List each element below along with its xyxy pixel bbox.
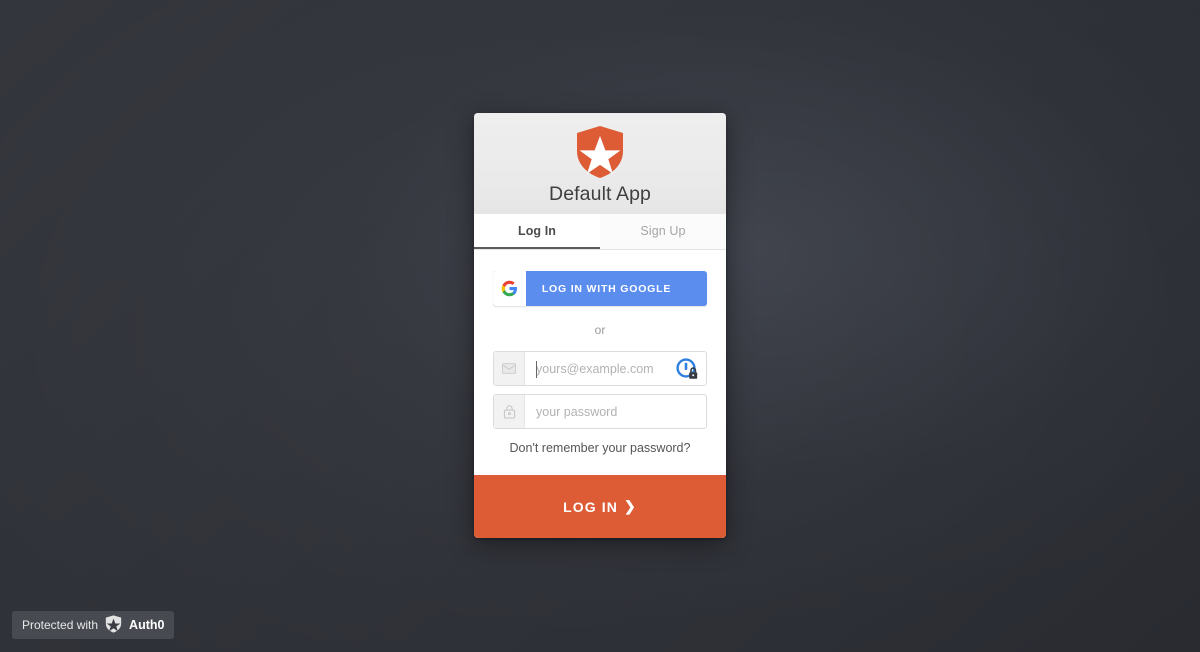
forgot-password-link[interactable]: Don't remember your password?	[493, 441, 707, 455]
protected-with-auth0-badge[interactable]: Protected with Auth0	[12, 611, 175, 639]
tab-log-in[interactable]: Log In	[474, 214, 600, 249]
google-g-icon	[493, 271, 526, 306]
login-card: Default App Log In Sign Up LOG IN WITH G…	[474, 113, 726, 538]
card-header: Default App	[474, 113, 726, 214]
login-with-google-button[interactable]: LOG IN WITH GOOGLE	[493, 271, 707, 306]
text-cursor	[536, 361, 537, 378]
password-manager-lock-icon[interactable]	[675, 357, 699, 381]
auth0-badge-shield-icon	[105, 614, 122, 636]
auth-tabs: Log In Sign Up	[474, 214, 726, 250]
page-title: Default App	[549, 183, 651, 205]
password-input[interactable]	[525, 395, 726, 428]
log-in-submit-button[interactable]: LOG IN ❯	[474, 475, 726, 538]
password-field[interactable]	[493, 394, 726, 429]
card-body: LOG IN WITH GOOGLE or yours@example.com …	[474, 250, 726, 475]
login-with-google-label: LOG IN WITH GOOGLE	[541, 282, 672, 295]
or-separator: or	[594, 323, 606, 337]
auth0-shield-star-icon	[575, 125, 625, 179]
tab-sign-up[interactable]: Sign Up	[600, 214, 726, 249]
envelope-icon	[494, 352, 525, 385]
auth0-brand-label: Auth0	[129, 618, 165, 632]
email-field[interactable]	[493, 351, 726, 386]
log-in-submit-label: LOG IN	[563, 498, 618, 515]
chevron-right-icon: ❯	[623, 498, 637, 514]
protected-badge-text: Protected with	[22, 618, 99, 632]
padlock-icon	[494, 395, 525, 428]
